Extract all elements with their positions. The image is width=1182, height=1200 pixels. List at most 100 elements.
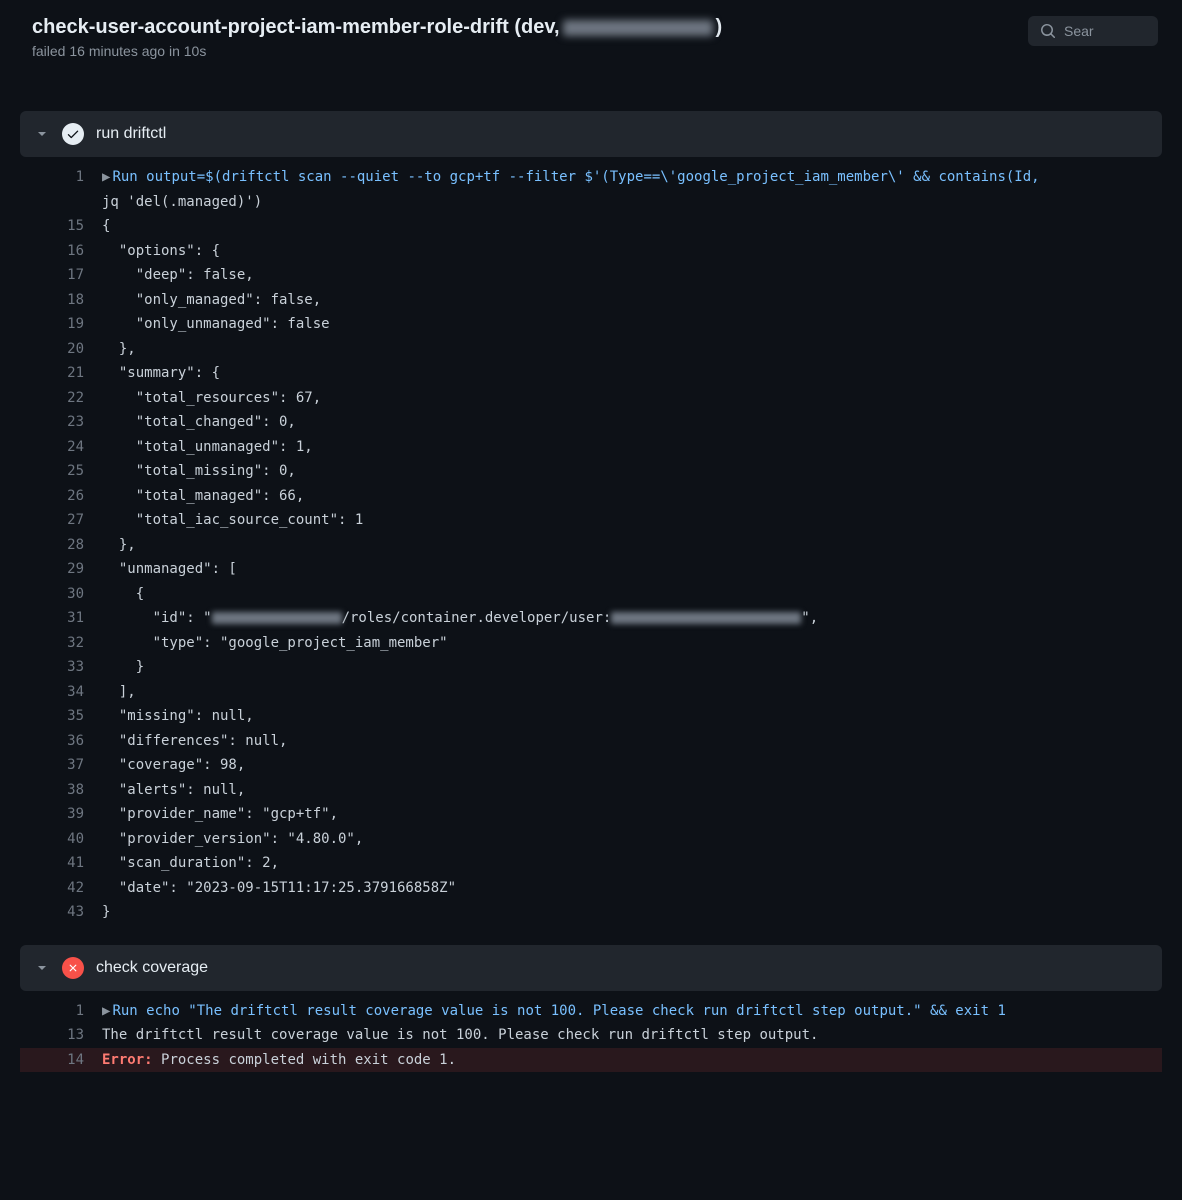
line-text: The driftctl result coverage value is no… [102,1023,1162,1048]
line-number: 35 [20,704,102,729]
line-text: "total_unmanaged": 1, [102,435,1162,460]
line-number: 37 [20,753,102,778]
previous-step-partial [20,83,1162,103]
line-text: } [102,900,1162,925]
line-text: Error: Process completed with exit code … [102,1048,1162,1073]
line-number: 28 [20,533,102,558]
line-text: "id": "/roles/container.developer/user:"… [102,606,1162,631]
log-line: 16 "options": { [20,239,1162,264]
line-text: ▶Run echo "The driftctl result coverage … [102,999,1162,1024]
line-text: } [102,655,1162,680]
line-text: ], [102,680,1162,705]
line-number: 1 [20,999,102,1024]
line-text: "only_unmanaged": false [102,312,1162,337]
line-number: 22 [20,386,102,411]
log-line: 26 "total_managed": 66, [20,484,1162,509]
line-number: 33 [20,655,102,680]
log-line: jq 'del(.managed)') [20,190,1162,215]
check-circle-icon [62,123,84,145]
log-line: 30 { [20,582,1162,607]
line-number: 32 [20,631,102,656]
log-line: 36 "differences": null, [20,729,1162,754]
chevron-down-icon [34,960,50,976]
line-text: ▶Run output=$(driftctl scan --quiet --to… [102,165,1162,190]
log-line: 35 "missing": null, [20,704,1162,729]
log-line: 17 "deep": false, [20,263,1162,288]
line-text: "coverage": 98, [102,753,1162,778]
line-number: 25 [20,459,102,484]
redacted-text [212,612,342,624]
line-number: 41 [20,851,102,876]
log-block-run-driftctl: 1▶Run output=$(driftctl scan --quiet --t… [20,157,1162,937]
line-text: "scan_duration": 2, [102,851,1162,876]
log-line: 13The driftctl result coverage value is … [20,1023,1162,1048]
log-line: 34 ], [20,680,1162,705]
line-number: 27 [20,508,102,533]
log-line: 41 "scan_duration": 2, [20,851,1162,876]
log-block-check-coverage: 1▶Run echo "The driftctl result coverage… [20,991,1162,1085]
log-line: 1▶Run output=$(driftctl scan --quiet --t… [20,165,1162,190]
log-line: 19 "only_unmanaged": false [20,312,1162,337]
log-line: 43} [20,900,1162,925]
line-number: 29 [20,557,102,582]
search-input[interactable]: Sear [1028,16,1158,46]
log-line: 22 "total_resources": 67, [20,386,1162,411]
log-line: 42 "date": "2023-09-15T11:17:25.37916685… [20,876,1162,901]
line-text: "total_missing": 0, [102,459,1162,484]
run-status-subtitle: failed 16 minutes ago in 10s [32,43,1012,59]
disclosure-triangle-icon[interactable]: ▶ [102,1003,110,1019]
log-line: 28 }, [20,533,1162,558]
search-placeholder: Sear [1064,23,1094,39]
line-number: 17 [20,263,102,288]
redacted-text [563,20,713,36]
line-number: 43 [20,900,102,925]
line-number: 42 [20,876,102,901]
line-text: "provider_name": "gcp+tf", [102,802,1162,827]
chevron-down-icon [34,126,50,142]
log-line: 20 }, [20,337,1162,362]
line-number: 15 [20,214,102,239]
log-line: 31 "id": "/roles/container.developer/use… [20,606,1162,631]
x-circle-icon [62,957,84,979]
redacted-text [611,612,801,624]
log-line: 32 "type": "google_project_iam_member" [20,631,1162,656]
log-line: 27 "total_iac_source_count": 1 [20,508,1162,533]
line-text: "options": { [102,239,1162,264]
line-text: "missing": null, [102,704,1162,729]
log-line: 14Error: Process completed with exit cod… [20,1048,1162,1073]
line-text: "deep": false, [102,263,1162,288]
line-number: 19 [20,312,102,337]
step-header-run-driftctl[interactable]: run driftctl [20,111,1162,157]
step-title: run driftctl [96,125,166,143]
step-header-check-coverage[interactable]: check coverage [20,945,1162,991]
log-line: 39 "provider_name": "gcp+tf", [20,802,1162,827]
line-text: "total_resources": 67, [102,386,1162,411]
line-number: 36 [20,729,102,754]
log-line: 15{ [20,214,1162,239]
log-line: 18 "only_managed": false, [20,288,1162,313]
log-line: 40 "provider_version": "4.80.0", [20,827,1162,852]
line-text: "total_iac_source_count": 1 [102,508,1162,533]
log-line: 37 "coverage": 98, [20,753,1162,778]
line-number: 30 [20,582,102,607]
disclosure-triangle-icon[interactable]: ▶ [102,169,110,185]
line-text: "only_managed": false, [102,288,1162,313]
line-number: 26 [20,484,102,509]
line-number: 20 [20,337,102,362]
line-number: 13 [20,1023,102,1048]
log-line: 33 } [20,655,1162,680]
line-number: 38 [20,778,102,803]
line-number [20,190,102,215]
line-number: 31 [20,606,102,631]
line-number: 18 [20,288,102,313]
line-text: "alerts": null, [102,778,1162,803]
log-line: 1▶Run echo "The driftctl result coverage… [20,999,1162,1024]
line-text: "unmanaged": [ [102,557,1162,582]
line-text: "differences": null, [102,729,1162,754]
line-text: "total_managed": 66, [102,484,1162,509]
line-text: "total_changed": 0, [102,410,1162,435]
page-title: check-user-account-project-iam-member-ro… [32,16,1012,39]
line-text: "summary": { [102,361,1162,386]
log-line: 25 "total_missing": 0, [20,459,1162,484]
line-number: 24 [20,435,102,460]
